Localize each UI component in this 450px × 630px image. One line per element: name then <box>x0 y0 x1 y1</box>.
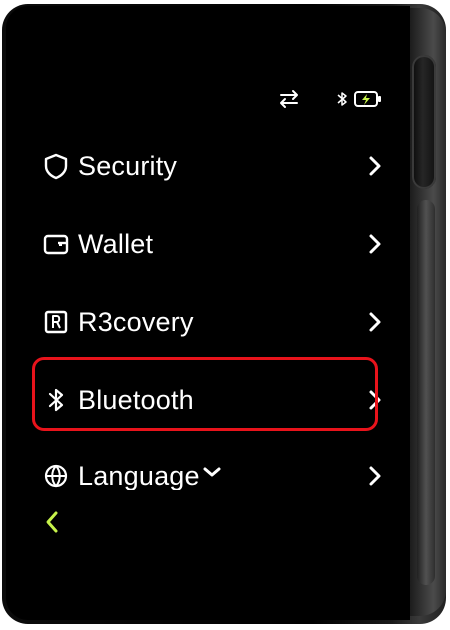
menu-item-recovery[interactable]: R3covery <box>6 292 410 352</box>
screen: Security Wallet R3covery Bluetooth Langu… <box>6 6 410 620</box>
menu-item-label: Wallet <box>78 229 154 259</box>
menu-item-label: Language <box>78 464 200 490</box>
menu-item-label: R3covery <box>78 307 194 337</box>
chevron-right-icon <box>369 466 381 486</box>
chevron-right-icon <box>369 234 381 254</box>
globe-icon <box>44 464 68 488</box>
side-groove <box>417 200 435 585</box>
menu-item-wallet[interactable]: Wallet <box>6 214 410 274</box>
bluetooth-status-icon <box>337 92 347 106</box>
recovery-icon <box>44 310 68 334</box>
chevron-left-icon[interactable] <box>44 509 60 535</box>
menu-item-label: Security <box>78 151 178 181</box>
chevron-right-icon <box>369 390 381 410</box>
chevron-down-icon <box>203 467 221 477</box>
menu-item-label: Bluetooth <box>78 385 194 415</box>
wallet-icon <box>43 234 69 255</box>
battery-charging-icon <box>354 91 381 107</box>
bluetooth-icon <box>48 388 64 412</box>
shield-icon <box>44 153 68 180</box>
menu-item-bluetooth[interactable]: Bluetooth <box>6 370 410 430</box>
chevron-right-icon <box>369 312 381 332</box>
chevron-right-icon <box>369 156 381 176</box>
transfer-arrows-icon <box>280 90 298 108</box>
side-button[interactable] <box>412 55 436 189</box>
menu-item-security[interactable]: Security <box>6 136 410 196</box>
